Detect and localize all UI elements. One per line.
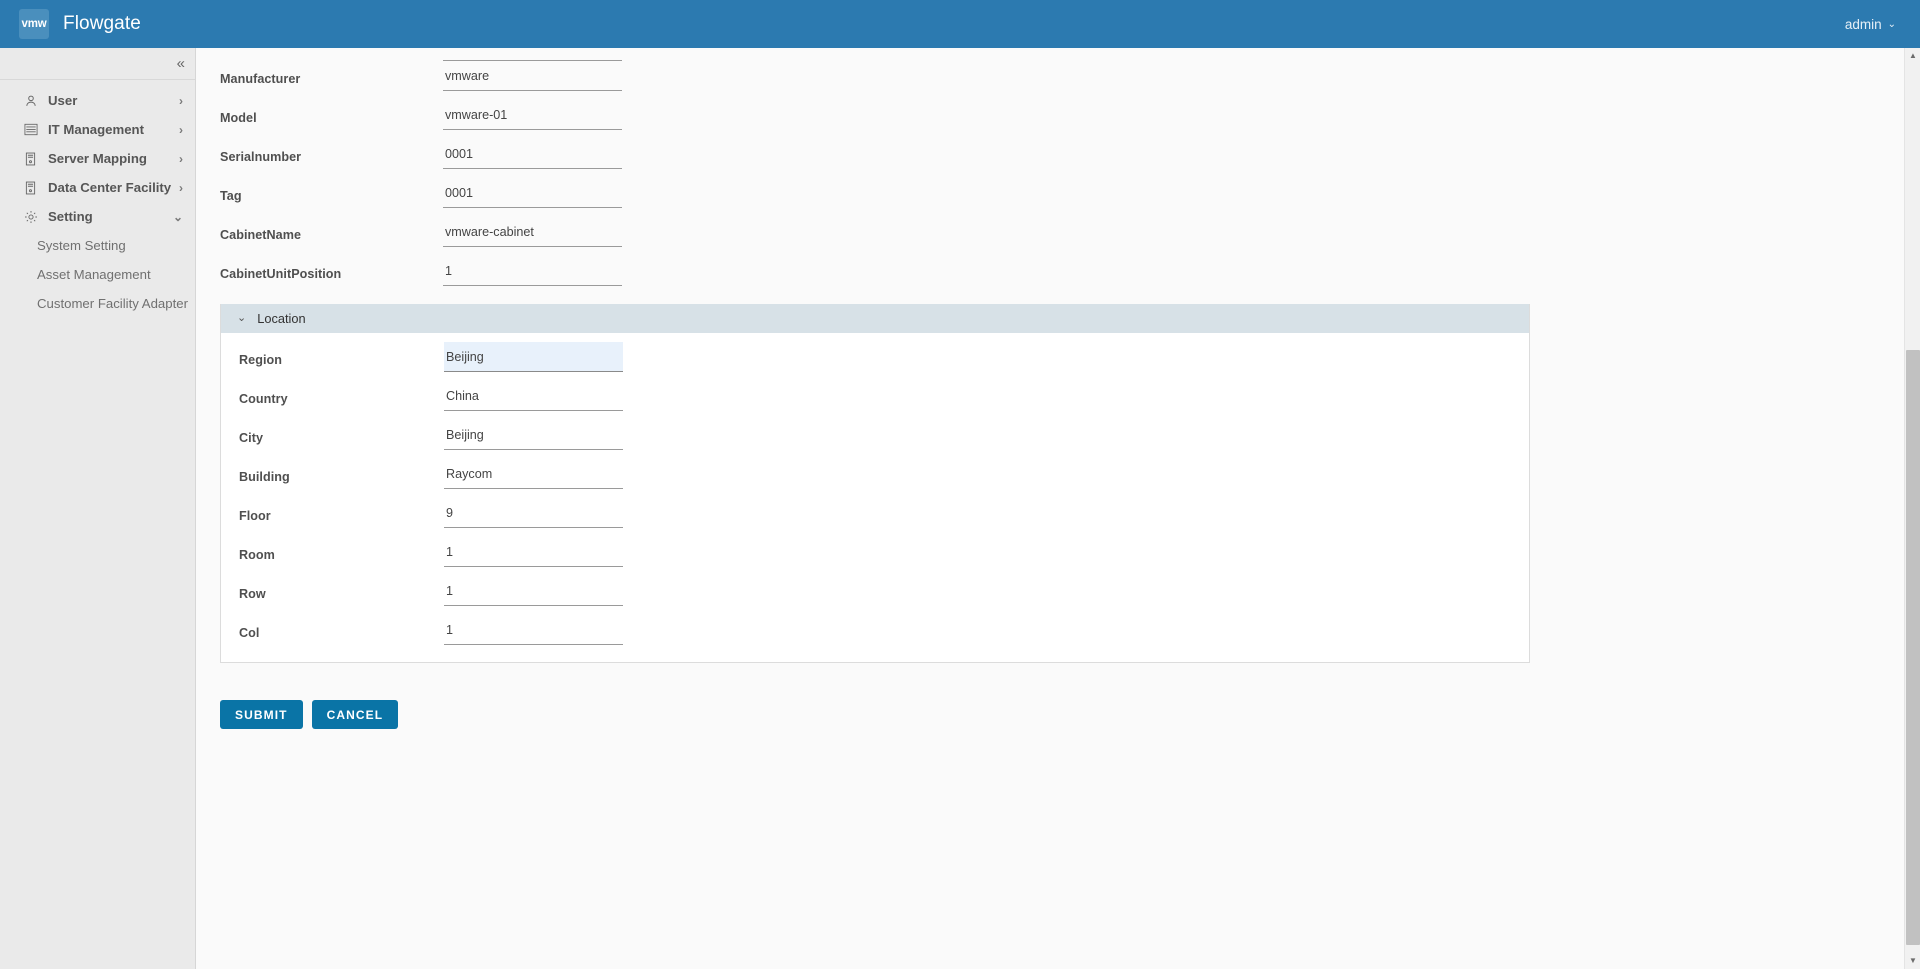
asset-form: Manufacturer vmware Model vmware-01 Seri… (196, 48, 1904, 729)
sidebar-item-server-mapping[interactable]: Server Mapping › (0, 144, 195, 173)
field-label: Row (239, 587, 266, 601)
chevron-right-icon: › (179, 122, 183, 137)
sidebar-subitem-asset-management[interactable]: Asset Management (0, 260, 195, 289)
sidebar-nav-list: User › IT Management › Server Mapping › (0, 80, 195, 318)
sidebar-item-label: IT Management (48, 122, 144, 137)
list-icon (22, 122, 39, 137)
location-card-body: Region Beijing Country China City Beijin… (221, 333, 1529, 662)
sidebar-item-it-management[interactable]: IT Management › (0, 115, 195, 144)
field-underline (443, 60, 622, 61)
server-icon (22, 151, 39, 166)
collapse-sidebar-icon[interactable]: « (177, 56, 185, 71)
scroll-down-arrow-icon[interactable]: ▼ (1905, 953, 1920, 969)
form-row-col: Col 1 (221, 615, 1529, 654)
field-label: CabinetName (220, 228, 302, 242)
form-row-model: Model vmware-01 (220, 100, 1904, 139)
form-row-manufacturer: Manufacturer vmware (220, 61, 1904, 100)
country-input[interactable]: China (444, 381, 623, 411)
field-label: Manufacturer (220, 72, 301, 86)
field-label: CabinetUnitPosition (220, 267, 342, 281)
user-icon (22, 93, 39, 108)
form-row-region: Region Beijing (221, 342, 1529, 381)
vmware-logo-icon: vmw (19, 9, 49, 39)
sidebar-item-label: Setting (48, 209, 93, 224)
sidebar: « User › IT Management › Server Mapping … (0, 48, 196, 969)
form-row-floor: Floor 9 (221, 498, 1529, 537)
sidebar-subitem-customer-facility-adapter[interactable]: Customer Facility Adapter (0, 289, 195, 318)
col-input[interactable]: 1 (444, 615, 623, 645)
page-scrollbar[interactable]: ▲ ▼ (1904, 48, 1920, 969)
floor-input[interactable]: 9 (444, 498, 623, 528)
chevron-right-icon: › (179, 151, 183, 166)
field-label: Region (239, 353, 282, 367)
sidebar-item-label: User (48, 93, 78, 108)
scrollbar-thumb[interactable] (1906, 350, 1920, 945)
chevron-down-icon: ⌄ (237, 312, 247, 324)
submit-button[interactable]: SUBMIT (220, 700, 303, 729)
scroll-up-arrow-icon[interactable]: ▲ (1905, 48, 1920, 64)
top-header-bar: vmw Flowgate admin ⌄ (0, 0, 1920, 48)
user-menu[interactable]: admin ⌄ (1845, 17, 1896, 32)
cabinetunitposition-input[interactable]: 1 (443, 256, 622, 286)
field-label: Model (220, 111, 257, 125)
cabinetname-input[interactable]: vmware-cabinet (443, 217, 622, 247)
app-title: Flowgate (63, 13, 141, 34)
field-label: Serialnumber (220, 150, 302, 164)
chevron-right-icon: › (179, 93, 183, 108)
city-input[interactable]: Beijing (444, 420, 623, 450)
field-label: Room (239, 548, 275, 562)
model-input[interactable]: vmware-01 (443, 100, 622, 130)
form-row-serialnumber: Serialnumber 0001 (220, 139, 1904, 178)
chevron-down-icon: ⌄ (172, 209, 183, 224)
gear-icon (22, 209, 39, 224)
chevron-right-icon: › (179, 180, 183, 195)
cancel-button[interactable]: CANCEL (311, 700, 399, 729)
field-label: Country (239, 392, 288, 406)
brand-block[interactable]: vmw Flowgate (19, 9, 141, 39)
row-input[interactable]: 1 (444, 576, 623, 606)
sidebar-item-setting[interactable]: Setting ⌄ (0, 202, 195, 231)
form-row-building: Building Raycom (221, 459, 1529, 498)
building-input[interactable]: Raycom (444, 459, 623, 489)
form-row-country: Country China (221, 381, 1529, 420)
field-label: Col (239, 626, 260, 640)
sidebar-item-label: Data Center Facility (48, 180, 172, 195)
main-content: Manufacturer vmware Model vmware-01 Seri… (196, 48, 1904, 969)
sidebar-subitem-label: Customer Facility Adapter (37, 296, 188, 311)
user-menu-label: admin (1844, 16, 1882, 32)
sidebar-subitem-system-setting[interactable]: System Setting (0, 231, 195, 260)
field-label: City (239, 431, 263, 445)
chevron-down-icon: ⌄ (1887, 19, 1896, 30)
form-row-tag: Tag 0001 (220, 178, 1904, 217)
location-card-header[interactable]: ⌄ Location (221, 304, 1529, 333)
form-row-room: Room 1 (221, 537, 1529, 576)
form-row-city: City Beijing (221, 420, 1529, 459)
region-input[interactable]: Beijing (444, 342, 623, 372)
serialnumber-input[interactable]: 0001 (443, 139, 622, 169)
form-row-row: Row 1 (221, 576, 1529, 615)
form-actions: SUBMIT CANCEL (220, 700, 1904, 729)
sidebar-item-data-center-facility[interactable]: Data Center Facility › (0, 173, 195, 202)
manufacturer-input[interactable]: vmware (443, 61, 622, 91)
room-input[interactable]: 1 (444, 537, 623, 567)
tag-input[interactable]: 0001 (443, 178, 622, 208)
field-label: Building (239, 470, 290, 484)
sidebar-subitem-label: Asset Management (37, 267, 151, 282)
sidebar-item-user[interactable]: User › (0, 86, 195, 115)
sidebar-item-label: Server Mapping (48, 151, 147, 166)
form-row-cabinetname: CabinetName vmware-cabinet (220, 217, 1904, 256)
rack-icon (22, 180, 39, 195)
field-label: Floor (239, 509, 271, 523)
sidebar-collapse-row: « (0, 48, 195, 80)
sidebar-subitem-label: System Setting (37, 238, 126, 253)
form-row-cabinetunitposition: CabinetUnitPosition 1 (220, 256, 1904, 295)
location-card-title: Location (257, 311, 306, 326)
partial-field-above (220, 48, 1904, 61)
location-card: ⌄ Location Region Beijing Country China … (220, 304, 1530, 663)
field-label: Tag (220, 189, 242, 203)
